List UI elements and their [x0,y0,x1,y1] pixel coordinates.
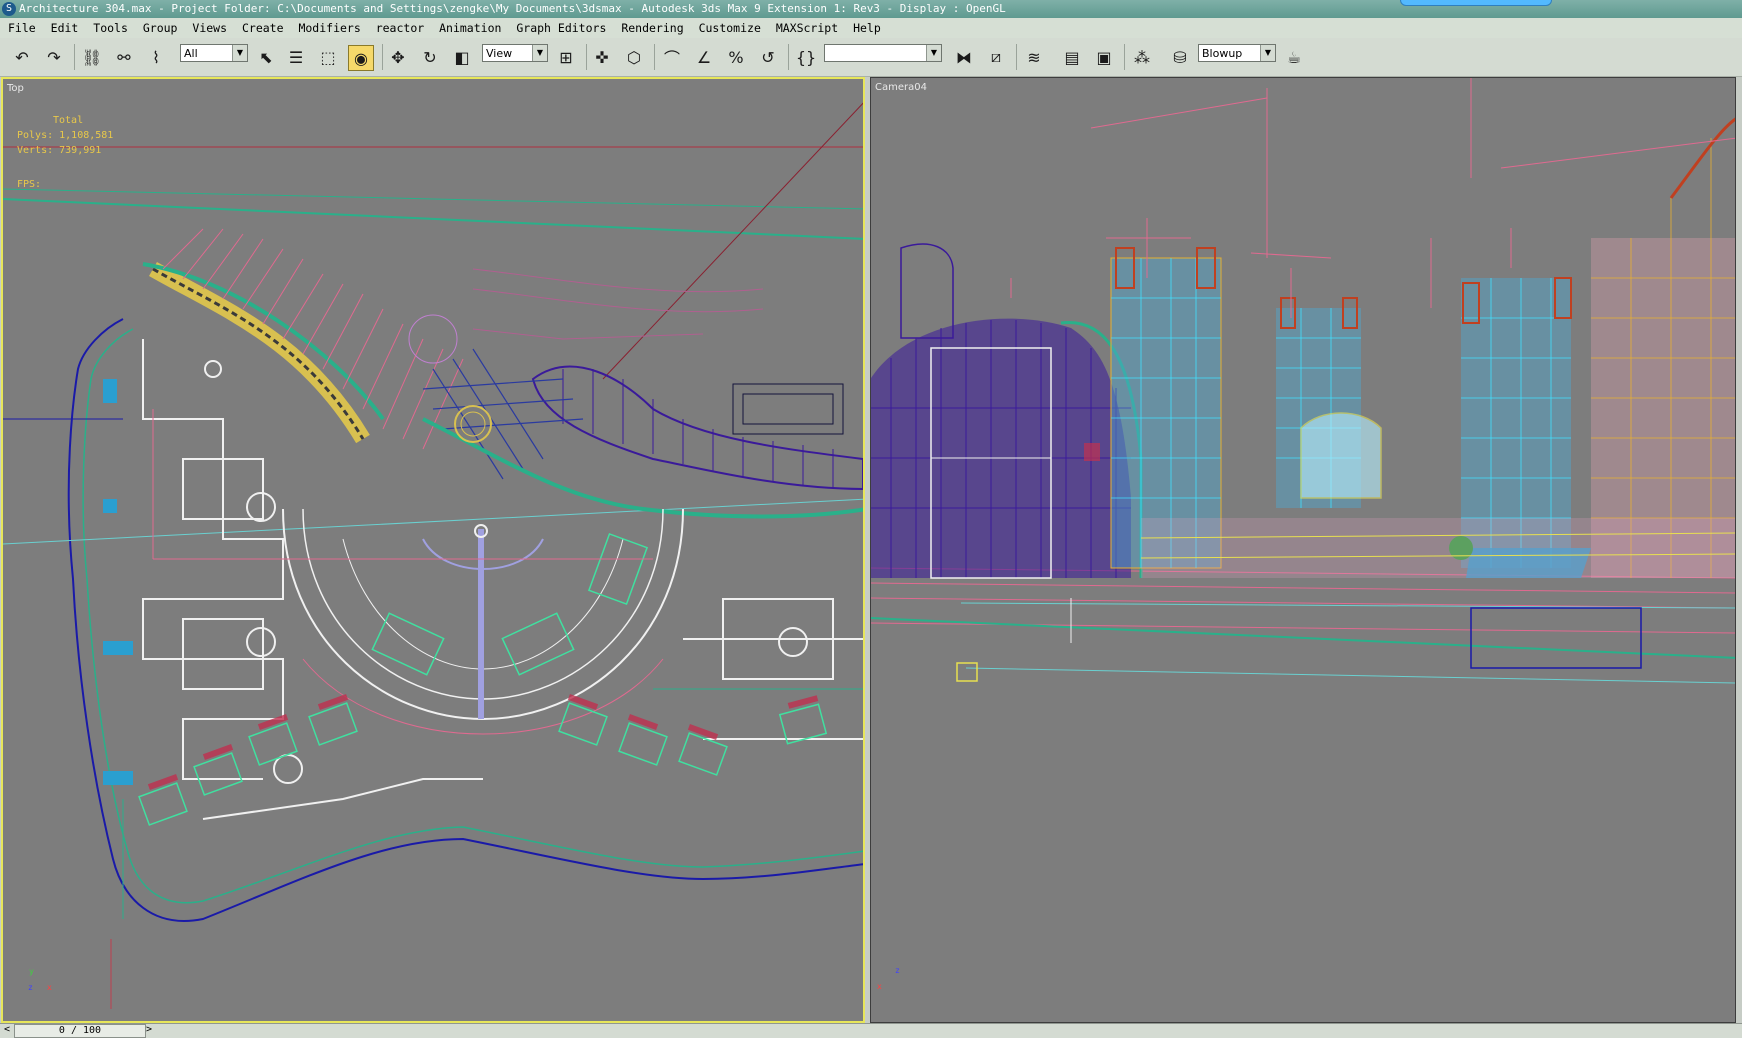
time-next-arrow[interactable]: > [146,1024,152,1036]
toolbar-divider [586,44,587,70]
toolbar-divider [1016,44,1017,70]
title-bar: S Architecture 304.max - Project Folder: … [0,0,1742,18]
stats-panel: Total Polys: 1,108,581 Verts: 739,991 [17,113,113,158]
snap-toggle-icon[interactable]: ⌒ [660,45,684,69]
menu-help[interactable]: Help [853,18,881,38]
bind-spacewarp-icon[interactable]: ⌇ [144,45,168,69]
window-crossing-icon[interactable]: ◉ [348,45,374,71]
menu-animation[interactable]: Animation [439,18,501,38]
scale-icon[interactable]: ◧ [450,45,474,69]
chevron-down-icon: ▼ [926,45,941,61]
chevron-down-icon: ▼ [532,45,547,61]
stats-total: Total [53,115,84,126]
undo-icon[interactable]: ↶ [10,45,34,69]
schematic-view-icon[interactable]: ▣ [1092,45,1116,69]
app-icon[interactable]: S [2,2,16,16]
time-slider-label: 0 / 100 [58,1025,102,1036]
layer-manager-icon[interactable]: ≋ [1022,45,1046,69]
menu-group[interactable]: Group [143,18,178,38]
axis-x-label: x [877,982,882,991]
named-selection-dropdown[interactable]: ▼ [824,44,942,62]
axis-z-label: z [28,983,33,992]
viewport-camera[interactable]: Camera04 z x [870,77,1736,1023]
viewport-label-camera[interactable]: Camera04 [875,82,927,93]
menu-bar: File Edit Tools Group Views Create Modif… [0,18,1742,38]
angle-snap-icon[interactable]: ∠ [692,45,716,69]
render-scene-icon[interactable]: ⛁ [1168,45,1192,69]
unlink-icon[interactable]: ⚯ [112,45,136,69]
coord-system-dropdown[interactable]: View ▼ [482,44,548,62]
redo-icon[interactable]: ↷ [42,45,66,69]
rotate-icon[interactable]: ↻ [418,45,442,69]
axis-x-label: x [47,983,52,992]
menu-reactor[interactable]: reactor [376,18,424,38]
time-slider-bar: < 0 / 100 > [0,1023,1742,1038]
title-pill [1400,0,1552,6]
time-prev-arrow[interactable]: < [4,1024,10,1036]
toolbar-divider [382,44,383,70]
menu-edit[interactable]: Edit [51,18,79,38]
axis-y-label: y [29,967,34,976]
material-editor-icon[interactable]: ⁂ [1130,45,1154,69]
fps-counter: FPS: [17,179,42,190]
top-view-wireframe [3,102,863,1009]
select-by-name-icon[interactable]: ☰ [284,45,308,69]
move-icon[interactable]: ✥ [386,45,410,69]
stats-verts: Verts: 739,991 [17,145,102,156]
viewport-top[interactable]: Top Total Polys: 1,108,581 Verts: 739,991 … [1,77,865,1023]
camera-view-wireframe [871,78,1735,684]
toolbar-divider [788,44,789,70]
chevron-down-icon: ▼ [232,45,247,61]
chevron-down-icon: ▼ [1260,45,1275,61]
menu-graph-editors[interactable]: Graph Editors [516,18,606,38]
pivot-icon[interactable]: ⊞ [554,45,578,69]
toolbar-divider [654,44,655,70]
menu-create[interactable]: Create [242,18,284,38]
toolbar-divider [1124,44,1125,70]
render-preset-dropdown[interactable]: Blowup ▼ [1198,44,1276,62]
main-toolbar: ↶ ↷ ⛓ ⚯ ⌇ All ▼ ⬉ ☰ ⬚ ◉ ✥ ↻ ◧ View ▼ ⊞ ✜ ⬡… [0,38,1742,77]
menu-maxscript[interactable]: MAXScript [776,18,838,38]
quick-render-icon[interactable]: ☕ [1282,45,1306,69]
select-object-icon[interactable]: ⬉ [254,45,278,69]
select-manipulate-icon[interactable]: ✜ [590,45,614,69]
percent-snap-icon[interactable]: % [724,45,748,69]
menu-tools[interactable]: Tools [93,18,128,38]
viewport-label-top[interactable]: Top [7,83,24,94]
stats-polys: Polys: 1,108,581 [17,130,114,141]
spinner-snap-icon[interactable]: ↺ [756,45,780,69]
curve-editor-icon[interactable]: ▤ [1060,45,1084,69]
menu-rendering[interactable]: Rendering [621,18,683,38]
menu-views[interactable]: Views [192,18,227,38]
axis-z-label: z [895,966,900,975]
menu-file[interactable]: File [8,18,36,38]
selection-filter-dropdown[interactable]: All ▼ [180,44,248,62]
select-link-icon[interactable]: ⛓ [80,45,104,69]
mirror-icon[interactable]: ⧓ [952,45,976,69]
keyboard-shortcut-icon[interactable]: ⬡ [622,45,646,69]
menu-customize[interactable]: Customize [699,18,761,38]
menu-modifiers[interactable]: Modifiers [298,18,360,38]
toolbar-divider [74,44,75,70]
time-slider[interactable]: 0 / 100 [14,1024,146,1038]
window-title: Architecture 304.max - Project Folder: C… [19,2,1006,15]
edit-named-selection-icon[interactable]: {} [794,45,818,69]
rect-selection-icon[interactable]: ⬚ [316,45,340,69]
align-icon[interactable]: ⧄ [984,45,1008,69]
